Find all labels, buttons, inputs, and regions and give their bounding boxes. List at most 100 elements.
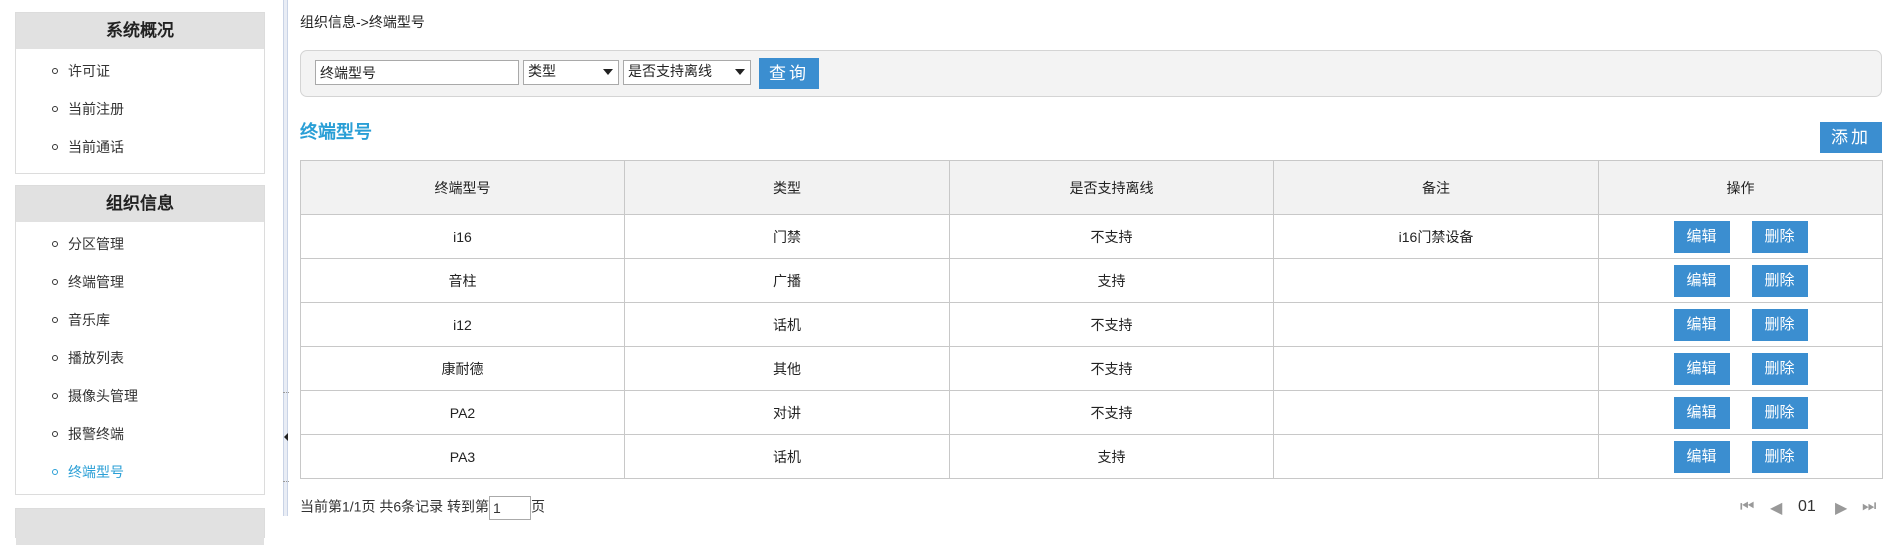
header-actions: 操作 [1598,160,1883,215]
main-content: 组织信息->终端型号 类型 是否支持离线 查询 终端型号 添加 终端型号 类型 … [300,0,1890,520]
header-offline: 是否支持离线 [949,160,1274,215]
add-button[interactable]: 添加 [1820,122,1882,153]
bullet-icon [52,106,58,112]
last-page-icon[interactable]: ⏭ [1862,498,1876,516]
offline-select[interactable]: 是否支持离线 [623,60,751,85]
delete-button[interactable]: 删除 [1751,396,1808,429]
cell-offline: 不支持 [949,346,1274,391]
delete-button[interactable]: 删除 [1751,220,1808,253]
cell-note [1273,390,1599,435]
sidebar-item-label: 当前通话 [68,139,124,155]
prev-page-icon[interactable]: ◀ [1770,498,1782,518]
pagination-status: 当前第1/1页 共6条记录 转到第 1 页 [300,496,545,520]
cell-type: 门禁 [624,214,950,259]
sidebar: 系统概况 许可证 当前注册 当前通话 组织信息 分区管理 终端管理 音乐库 播放… [0,0,280,545]
edit-button[interactable]: 编辑 [1673,308,1730,341]
table-row: i16 门禁 不支持 i16门禁设备 编辑 删除 [300,214,1883,259]
sidebar-item-label: 音乐库 [68,312,110,328]
panel-title [16,509,264,545]
sidebar-item-label: 许可证 [68,63,110,79]
chevron-down-icon [735,69,745,75]
cell-actions: 编辑 删除 [1598,258,1883,303]
chevron-down-icon [603,69,613,75]
sidebar-item-label: 报警终端 [68,426,124,442]
panel-next [15,508,265,545]
cell-type: 话机 [624,434,950,479]
sidebar-item-terminal-management[interactable]: 终端管理 [16,264,264,302]
type-select[interactable]: 类型 [523,60,619,85]
cell-note [1273,434,1599,479]
edit-button[interactable]: 编辑 [1673,220,1730,253]
bullet-icon [52,241,58,247]
edit-button[interactable]: 编辑 [1673,440,1730,473]
type-select-value: 类型 [528,63,556,79]
cell-model: i16 [300,214,625,259]
goto-page-input[interactable]: 1 [489,496,532,520]
sidebar-splitter[interactable] [283,0,289,516]
offline-select-value: 是否支持离线 [628,63,712,79]
model-search-input[interactable] [315,60,519,85]
breadcrumb: 组织信息->终端型号 [300,14,425,30]
sidebar-item-label: 摄像头管理 [68,388,138,404]
cell-actions: 编辑 删除 [1598,434,1883,479]
sidebar-item-zone-management[interactable]: 分区管理 [16,226,264,264]
table-row: PA2 对讲 不支持 编辑 删除 [300,390,1883,435]
cell-model: 音柱 [300,258,625,303]
sidebar-item-license[interactable]: 许可证 [16,53,264,91]
sidebar-item-label: 分区管理 [68,236,124,252]
cell-note [1273,346,1599,391]
cell-model: PA3 [300,434,625,479]
bullet-icon [52,469,58,475]
sidebar-item-current-registration[interactable]: 当前注册 [16,91,264,129]
sidebar-item-music-library[interactable]: 音乐库 [16,302,264,340]
sidebar-item-playlist[interactable]: 播放列表 [16,340,264,378]
cell-actions: 编辑 删除 [1598,302,1883,347]
table-row: 音柱 广播 支持 编辑 删除 [300,258,1883,303]
panel-org-info: 组织信息 分区管理 终端管理 音乐库 播放列表 摄像头管理 报警终端 终端型号 [15,185,265,495]
cell-offline: 支持 [949,258,1274,303]
sidebar-item-label: 终端管理 [68,274,124,290]
cell-offline: 不支持 [949,390,1274,435]
table-header-row: 终端型号 类型 是否支持离线 备注 操作 [300,160,1883,215]
panel-title: 组织信息 [16,186,264,222]
cell-model: 康耐德 [300,346,625,391]
cell-offline: 支持 [949,434,1274,479]
query-button[interactable]: 查询 [759,58,819,89]
cell-model: i12 [300,302,625,347]
sidebar-item-label: 播放列表 [68,350,124,366]
delete-button[interactable]: 删除 [1751,440,1808,473]
sidebar-item-label: 当前注册 [68,101,124,117]
collapse-arrow-icon[interactable] [284,433,288,441]
edit-button[interactable]: 编辑 [1673,352,1730,385]
bullet-icon [52,355,58,361]
header-note: 备注 [1273,160,1599,215]
table-row: 康耐德 其他 不支持 编辑 删除 [300,346,1883,391]
cell-note [1273,258,1599,303]
bullet-icon [52,144,58,150]
pager: ⏮ ◀ 01 ▶ ⏭ [1740,498,1885,518]
delete-button[interactable]: 删除 [1751,352,1808,385]
table-row: i12 话机 不支持 编辑 删除 [300,302,1883,347]
cell-type: 其他 [624,346,950,391]
record-status-text: 当前第1/1页 共6条记录 转到第 [300,498,490,515]
edit-button[interactable]: 编辑 [1673,396,1730,429]
delete-button[interactable]: 删除 [1751,264,1808,297]
cell-offline: 不支持 [949,302,1274,347]
sidebar-item-camera-management[interactable]: 摄像头管理 [16,378,264,416]
cell-type: 对讲 [624,390,950,435]
page-suffix: 页 [531,498,546,515]
sidebar-item-alarm-terminal[interactable]: 报警终端 [16,416,264,454]
next-page-icon[interactable]: ▶ [1835,498,1847,518]
bullet-icon [52,279,58,285]
sidebar-item-terminal-model[interactable]: 终端型号 [16,454,264,492]
cell-note: i16门禁设备 [1273,214,1599,259]
edit-button[interactable]: 编辑 [1673,264,1730,297]
search-bar: 类型 是否支持离线 查询 [300,50,1882,97]
first-page-icon[interactable]: ⏮ [1740,498,1754,516]
cell-offline: 不支持 [949,214,1274,259]
table-row: PA3 话机 支持 编辑 删除 [300,434,1883,479]
delete-button[interactable]: 删除 [1751,308,1808,341]
section-title: 终端型号 [300,122,372,142]
cell-note [1273,302,1599,347]
sidebar-item-current-call[interactable]: 当前通话 [16,129,264,167]
